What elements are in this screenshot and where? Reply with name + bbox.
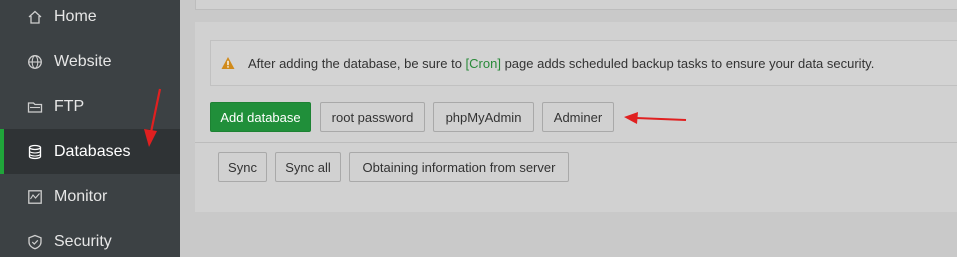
- database-icon: [27, 144, 43, 160]
- globe-icon: [27, 54, 43, 70]
- notice-text-after: page adds scheduled backup tasks to ensu…: [500, 56, 875, 71]
- obtain-info-button[interactable]: Obtaining information from server: [349, 152, 569, 182]
- sidebar-item-label: Databases: [54, 142, 131, 160]
- annotation-arrow-left: [624, 112, 687, 124]
- add-database-button[interactable]: Add database: [210, 102, 311, 132]
- sidebar-item-label: Monitor: [54, 187, 108, 205]
- sidebar-item-label: Home: [54, 7, 97, 25]
- sidebar-item-website[interactable]: Website: [0, 39, 180, 84]
- monitor-icon: [27, 189, 43, 205]
- backup-notice: After adding the database, be sure to [C…: [210, 40, 957, 86]
- sidebar-item-home[interactable]: Home: [0, 0, 180, 39]
- ftp-icon: [27, 99, 43, 115]
- sidebar-item-label: FTP: [54, 97, 85, 115]
- sync-button[interactable]: Sync: [218, 152, 267, 182]
- sidebar-item-label: Security: [54, 232, 112, 250]
- notice-text: After adding the database, be sure to [C…: [248, 56, 874, 71]
- adminer-button[interactable]: Adminer: [542, 102, 614, 132]
- top-panel: [195, 0, 957, 10]
- sidebar-item-security[interactable]: Security: [0, 219, 180, 257]
- phpmyadmin-button[interactable]: phpMyAdmin: [433, 102, 534, 132]
- toolbar-divider: [195, 142, 957, 143]
- annotation-arrow-down: [144, 88, 162, 147]
- sidebar-item-label: Website: [54, 52, 112, 70]
- sidebar-item-monitor[interactable]: Monitor: [0, 174, 180, 219]
- notice-text-before: After adding the database, be sure to: [248, 56, 466, 71]
- cron-link[interactable]: [Cron]: [466, 56, 501, 71]
- warning-icon: [221, 56, 235, 70]
- root-password-button[interactable]: root password: [320, 102, 425, 132]
- shield-icon: [27, 234, 43, 250]
- sync-all-button[interactable]: Sync all: [275, 152, 341, 182]
- home-icon: [27, 9, 43, 25]
